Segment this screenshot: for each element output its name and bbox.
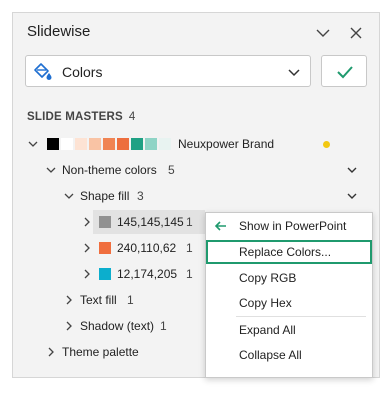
- row-menu-chevron-icon[interactable]: [345, 163, 359, 177]
- chevron-down-icon: [286, 64, 302, 80]
- tree-item-label: Text fill: [80, 293, 117, 307]
- menu-item-label: Copy RGB: [239, 271, 297, 285]
- arrow-left-icon: [214, 219, 228, 233]
- close-icon[interactable]: [345, 22, 367, 44]
- tree-item-theme-palette[interactable]: Theme palette: [13, 340, 203, 364]
- check-icon: [337, 66, 353, 79]
- menu-item-label: Expand All: [239, 323, 296, 337]
- color-swatch: [99, 242, 111, 254]
- tree-item-label: Shape fill: [80, 189, 130, 203]
- tree-item-count: 1: [160, 319, 167, 333]
- color-value: 240,110,62: [117, 241, 177, 255]
- context-menu: Show in PowerPoint Replace Colors... Cop…: [205, 212, 373, 378]
- tree-item-shape-fill[interactable]: Shape fill 3: [13, 184, 379, 208]
- menu-item-label: Replace Colors...: [239, 245, 332, 259]
- tree-item-text-fill[interactable]: Text fill 1: [13, 288, 203, 312]
- collapsed-chevron-icon[interactable]: [63, 320, 75, 332]
- master-swatch: [159, 138, 171, 150]
- section-count: 4: [128, 111, 136, 123]
- color-item-row[interactable]: 145,145,145 1: [84, 210, 205, 234]
- master-swatch: [75, 138, 87, 150]
- tree-item-label: Shadow (text): [80, 319, 155, 333]
- color-value: 12,174,205: [117, 267, 178, 281]
- tree-item-label: Theme palette: [62, 345, 139, 359]
- collapsed-chevron-icon[interactable]: [63, 294, 75, 306]
- pane-options-chevron-icon[interactable]: [312, 22, 334, 44]
- paint-bucket-icon: [32, 61, 54, 83]
- section-heading: SLIDE MASTERS 4: [27, 111, 136, 123]
- master-swatch: [117, 138, 129, 150]
- row-menu-chevron-icon[interactable]: [345, 189, 359, 203]
- expanded-chevron-icon[interactable]: [45, 164, 57, 176]
- pane-title: Slidewise: [27, 23, 91, 40]
- collapsed-chevron-icon[interactable]: [81, 242, 93, 254]
- master-swatch: [61, 138, 73, 150]
- apply-button[interactable]: [321, 55, 367, 87]
- color-item-row[interactable]: 240,110,62 1: [84, 236, 205, 260]
- master-swatch: [47, 138, 59, 150]
- color-swatch: [99, 216, 111, 228]
- color-count: 1: [186, 267, 193, 281]
- menu-item-copy-hex[interactable]: Copy Hex: [206, 291, 372, 315]
- mode-selector-dropdown[interactable]: Colors: [25, 55, 311, 87]
- color-swatch: [99, 268, 111, 280]
- menu-item-expand-all[interactable]: Expand All: [206, 318, 372, 342]
- color-count: 1: [186, 215, 193, 229]
- expanded-chevron-icon[interactable]: [27, 138, 39, 150]
- menu-item-label: Show in PowerPoint: [239, 219, 347, 233]
- color-value: 145,145,145: [117, 215, 184, 229]
- collapsed-chevron-icon[interactable]: [45, 346, 57, 358]
- mode-selector-value: Colors: [62, 64, 103, 80]
- tree-item-shadow-text[interactable]: Shadow (text) 1: [13, 314, 203, 338]
- menu-item-show-in-powerpoint[interactable]: Show in PowerPoint: [206, 214, 372, 238]
- slide-master-row[interactable]: Neuxpower Brand: [13, 132, 379, 156]
- master-name: Neuxpower Brand: [178, 137, 275, 151]
- menu-item-collapse-all[interactable]: Collapse All: [206, 343, 372, 367]
- menu-separator: [236, 316, 366, 317]
- menu-item-copy-rgb[interactable]: Copy RGB: [206, 266, 372, 290]
- menu-item-label: Collapse All: [239, 348, 302, 362]
- master-swatch: [103, 138, 115, 150]
- tree-item-non-theme-colors[interactable]: Non-theme colors 5: [13, 158, 379, 182]
- master-swatch: [89, 138, 101, 150]
- section-heading-label: SLIDE MASTERS: [27, 111, 123, 123]
- tree-item-count: 3: [137, 189, 144, 203]
- color-item-row[interactable]: 12,174,205 1: [84, 262, 205, 286]
- master-swatch-strip: [47, 138, 173, 150]
- tree-item-count: 5: [168, 163, 175, 177]
- master-status-dot: [323, 141, 330, 148]
- collapsed-chevron-icon[interactable]: [81, 216, 93, 228]
- slidewise-pane: Slidewise Colors SLIDE MASTERS 4 Neuxpow…: [12, 12, 380, 378]
- color-count: 1: [186, 241, 193, 255]
- tree-item-label: Non-theme colors: [62, 163, 157, 177]
- pane-titlebar: Slidewise: [13, 13, 379, 53]
- master-swatch: [145, 138, 157, 150]
- menu-item-replace-colors[interactable]: Replace Colors...: [206, 240, 372, 264]
- tree-item-count: 1: [127, 293, 134, 307]
- collapsed-chevron-icon[interactable]: [81, 268, 93, 280]
- master-swatch: [131, 138, 143, 150]
- expanded-chevron-icon[interactable]: [63, 190, 75, 202]
- menu-item-label: Copy Hex: [239, 296, 292, 310]
